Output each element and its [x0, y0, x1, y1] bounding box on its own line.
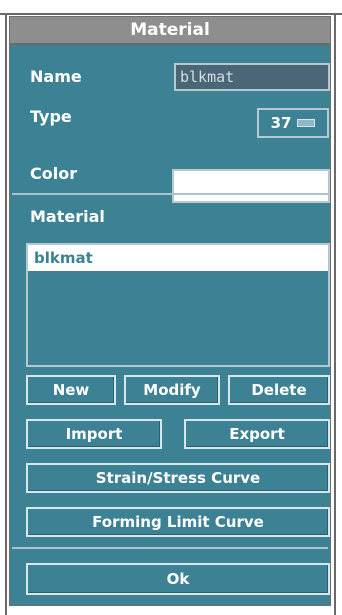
name-input[interactable]: blkmat	[174, 63, 330, 91]
dialog-title: Material	[130, 20, 210, 40]
frame-left-line	[5, 13, 7, 615]
dialog-titlebar[interactable]: Material	[10, 17, 330, 45]
color-swatch[interactable]	[172, 169, 330, 203]
name-label: Name	[30, 67, 82, 86]
export-button[interactable]: Export	[184, 419, 330, 449]
frame-top-line	[0, 13, 342, 15]
new-button[interactable]: New	[26, 375, 116, 405]
material-list-header: Material	[30, 207, 105, 226]
delete-button[interactable]: Delete	[228, 375, 330, 405]
ok-button[interactable]: Ok	[26, 563, 330, 595]
frame-right-line	[334, 13, 336, 615]
color-label: Color	[30, 164, 78, 183]
list-item-selected[interactable]: blkmat	[28, 245, 328, 271]
type-label: Type	[30, 107, 72, 126]
material-dialog: Material Name blkmat Type 37 Color Mater…	[9, 16, 331, 606]
type-value: 37	[270, 114, 292, 132]
divider-lower	[12, 547, 328, 549]
material-listbox[interactable]: blkmat	[26, 243, 330, 367]
type-option-menu[interactable]: 37	[257, 108, 329, 138]
divider-upper	[12, 193, 328, 195]
forming-limit-curve-button[interactable]: Forming Limit Curve	[26, 507, 330, 537]
modify-button[interactable]: Modify	[124, 375, 220, 405]
import-button[interactable]: Import	[26, 419, 162, 449]
option-menu-indicator-icon	[297, 119, 316, 127]
strain-stress-curve-button[interactable]: Strain/Stress Curve	[26, 463, 330, 493]
